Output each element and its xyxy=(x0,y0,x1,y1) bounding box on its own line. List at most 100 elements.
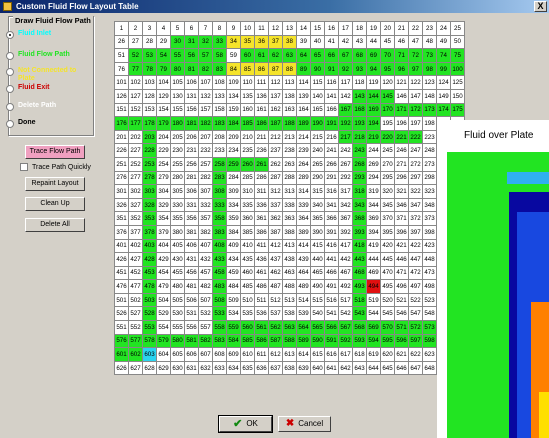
grid-cell[interactable]: 244 xyxy=(366,143,381,158)
grid-cell[interactable]: 116 xyxy=(324,75,339,90)
grid-cell[interactable]: 441 xyxy=(324,252,339,267)
grid-cell[interactable]: 571 xyxy=(394,320,409,335)
grid-cell[interactable]: 238 xyxy=(282,143,297,158)
grid-cell[interactable]: 394 xyxy=(366,224,381,240)
grid-cell[interactable]: 555 xyxy=(170,320,185,335)
grid-cell[interactable]: 472 xyxy=(408,265,423,281)
grid-cell[interactable]: 128 xyxy=(142,88,157,104)
grid-cell[interactable]: 646 xyxy=(394,360,409,376)
grid-cell[interactable]: 628 xyxy=(142,360,157,376)
grid-cell[interactable]: 402 xyxy=(128,238,143,254)
grid-cell[interactable]: 241 xyxy=(324,143,339,158)
grid-cell[interactable]: 294 xyxy=(366,170,381,186)
grid-cell[interactable]: 170 xyxy=(380,102,395,118)
grid-cell[interactable]: 54 xyxy=(156,48,171,63)
grid-cell[interactable]: 638 xyxy=(282,360,297,376)
grid-cell[interactable]: 387 xyxy=(268,224,283,240)
grid-cell[interactable]: 53 xyxy=(142,48,157,63)
grid-cell[interactable]: 29 xyxy=(156,34,171,50)
grid-cell[interactable]: 201 xyxy=(114,129,129,145)
grid-cell[interactable]: 213 xyxy=(282,129,297,145)
grid-cell[interactable]: 627 xyxy=(128,360,143,376)
grid-cell[interactable]: 309 xyxy=(226,184,241,199)
grid-cell[interactable]: 87 xyxy=(268,61,283,77)
grid-cell[interactable]: 310 xyxy=(240,184,255,199)
grid-cell[interactable]: 404 xyxy=(156,238,171,254)
grid-cell[interactable]: 333 xyxy=(212,197,227,213)
grid-cell[interactable]: 442 xyxy=(338,252,353,267)
grid-cell[interactable]: 279 xyxy=(156,170,171,186)
grid-cell[interactable]: 146 xyxy=(394,88,409,104)
grid-cell[interactable]: 580 xyxy=(170,333,185,349)
grid-cell[interactable]: 476 xyxy=(114,279,129,294)
grid-cell[interactable]: 577 xyxy=(128,333,143,349)
grid-cell[interactable]: 154 xyxy=(156,102,171,118)
grid-cell[interactable]: 180 xyxy=(170,116,185,131)
grid-cell[interactable]: 56 xyxy=(184,48,199,63)
grid-cell[interactable]: 378 xyxy=(142,224,157,240)
grid-cell[interactable]: 454 xyxy=(156,265,171,281)
grid-cell[interactable]: 272 xyxy=(408,156,423,172)
grid-cell[interactable]: 376 xyxy=(114,224,129,240)
grid-cell[interactable]: 106 xyxy=(184,75,199,90)
grid-cell[interactable]: 138 xyxy=(282,88,297,104)
grid-cell[interactable]: 258 xyxy=(212,156,227,172)
grid-cell[interactable]: 185 xyxy=(240,116,255,131)
grid-cell[interactable]: 41 xyxy=(324,34,339,50)
grid-cell[interactable]: 509 xyxy=(226,292,241,308)
grid-cell[interactable]: 607 xyxy=(198,347,213,362)
grid-cell[interactable]: 39 xyxy=(296,34,311,50)
grid-cell[interactable]: 231 xyxy=(184,143,199,158)
grid-cell[interactable]: 286 xyxy=(254,170,269,186)
grid-cell[interactable]: 519 xyxy=(366,292,381,308)
grid-cell[interactable]: 606 xyxy=(184,347,199,362)
grid-cell[interactable]: 334 xyxy=(226,197,241,213)
grid-cell[interactable]: 390 xyxy=(310,224,325,240)
grid-cell[interactable]: 459 xyxy=(226,265,241,281)
grid-cell[interactable]: 389 xyxy=(296,224,311,240)
grid-cell[interactable]: 592 xyxy=(338,333,353,349)
grid-cell[interactable]: 202 xyxy=(128,129,143,145)
grid-cell[interactable]: 410 xyxy=(240,238,255,254)
grid-cell[interactable]: 118 xyxy=(352,75,367,90)
grid-cell[interactable]: 230 xyxy=(170,143,185,158)
grid-cell[interactable]: 416 xyxy=(324,238,339,254)
grid-cell[interactable]: 563 xyxy=(282,320,297,335)
grid-cell[interactable]: 635 xyxy=(240,360,255,376)
grid-cell[interactable]: 72 xyxy=(408,48,423,63)
grid-cell[interactable]: 589 xyxy=(296,333,311,349)
grid-cell[interactable]: 278 xyxy=(142,170,157,186)
grid-cell[interactable]: 28 xyxy=(142,34,157,50)
grid-cell[interactable]: 47 xyxy=(408,34,423,50)
grid-cell[interactable]: 520 xyxy=(380,292,395,308)
grid-cell[interactable]: 620 xyxy=(380,347,395,362)
grid-cell[interactable]: 473 xyxy=(422,265,437,281)
grid-cell[interactable]: 176 xyxy=(114,116,129,131)
grid-cell[interactable]: 613 xyxy=(282,347,297,362)
grid-cell[interactable]: 259 xyxy=(226,156,241,172)
grid-cell[interactable]: 357 xyxy=(198,211,213,226)
radio-button[interactable] xyxy=(6,103,14,111)
grid-cell[interactable]: 517 xyxy=(338,292,353,308)
grid-cell[interactable]: 66 xyxy=(324,48,339,63)
grid-cell[interactable]: 448 xyxy=(422,252,437,267)
grid-cell[interactable]: 172 xyxy=(408,102,423,118)
grid-cell[interactable]: 219 xyxy=(366,129,381,145)
grid-cell[interactable]: 51 xyxy=(114,48,129,63)
grid-cell[interactable]: 280 xyxy=(170,170,185,186)
grid-cell[interactable]: 104 xyxy=(156,75,171,90)
grid-cell[interactable]: 105 xyxy=(170,75,185,90)
grid-cell[interactable]: 133 xyxy=(212,88,227,104)
grid-cell[interactable]: 518 xyxy=(352,292,367,308)
grid-cell[interactable]: 548 xyxy=(422,306,437,322)
grid-cell[interactable]: 328 xyxy=(142,197,157,213)
repaint-layout-button[interactable]: Repaint Layout xyxy=(25,177,85,191)
grid-cell[interactable]: 36 xyxy=(254,34,269,50)
grid-cell[interactable]: 58 xyxy=(212,48,227,63)
grid-cell[interactable]: 578 xyxy=(142,333,157,349)
grid-cell[interactable]: 495 xyxy=(380,279,395,294)
grid-cell[interactable]: 301 xyxy=(114,184,129,199)
grid-cell[interactable]: 233 xyxy=(212,143,227,158)
grid-cell[interactable]: 327 xyxy=(128,197,143,213)
grid-cell[interactable]: 438 xyxy=(282,252,297,267)
